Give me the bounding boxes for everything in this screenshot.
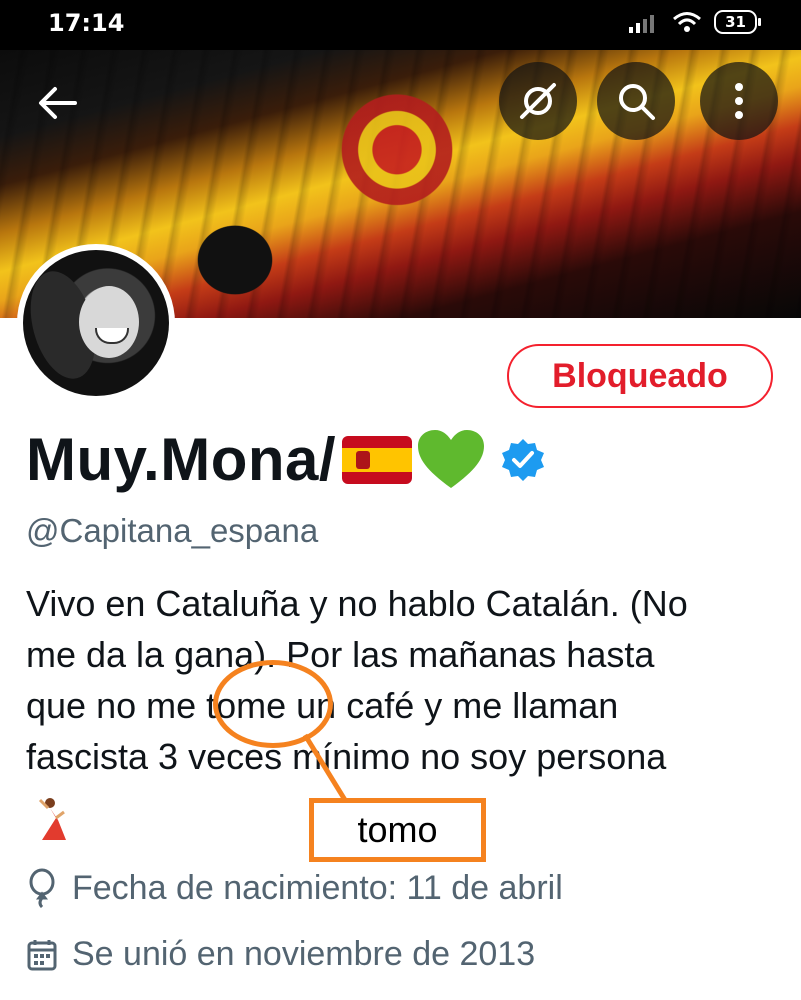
joined-row: Se unió en noviembre de 2013	[26, 935, 535, 974]
verified-badge-icon[interactable]	[500, 437, 546, 483]
search-icon	[619, 84, 655, 120]
signal-icon	[629, 15, 655, 33]
display-name: Muy.Mona/	[26, 426, 337, 493]
green-heart-icon	[418, 429, 485, 488]
unfollow-button[interactable]	[499, 62, 577, 140]
wifi-icon	[673, 12, 702, 32]
profile-handle: @Capitana_espana	[26, 512, 319, 549]
birthday-row: Fecha de nacimiento: 11 de abril	[26, 868, 563, 908]
status-bar: 17:14 31	[0, 0, 801, 50]
calendar-icon	[27, 939, 57, 970]
banner-ribbon	[170, 220, 300, 318]
battery-indicator: 31	[714, 10, 761, 34]
avatar[interactable]	[17, 244, 175, 402]
dancer-icon	[38, 798, 66, 840]
flag-spain-icon	[342, 435, 413, 484]
blocked-button[interactable]: Bloqueado	[507, 344, 773, 408]
balloon-icon	[29, 868, 55, 908]
back-arrow-icon	[39, 87, 77, 119]
bio-line: me da la gana). Por las mañanas hasta	[26, 634, 655, 675]
bio-line: que no me tome un café y me llaman	[26, 685, 619, 726]
birthday-text: Fecha de nacimiento: 11 de abril	[72, 868, 563, 907]
status-icons: 31	[628, 10, 761, 34]
annotation-circle	[213, 660, 333, 748]
profile-bio: Vivo en Cataluña y no hablo Catalán. (No…	[26, 578, 786, 782]
annotation-box: tomo	[309, 798, 486, 862]
more-button[interactable]	[700, 62, 778, 140]
name-row: Muy.Mona/	[26, 425, 546, 494]
unfollow-icon	[520, 83, 556, 119]
more-icon	[735, 83, 743, 119]
banner-crest	[322, 70, 472, 215]
joined-text: Se unió en noviembre de 2013	[72, 935, 536, 973]
bio-line: Vivo en Cataluña y no hablo Catalán. (No	[26, 583, 688, 624]
avatar-photo	[23, 250, 169, 396]
bio-line: fascista 3 veces mínimo no soy persona	[26, 736, 667, 777]
back-button[interactable]	[22, 68, 92, 138]
status-time: 17:14	[48, 9, 125, 37]
search-button[interactable]	[597, 62, 675, 140]
